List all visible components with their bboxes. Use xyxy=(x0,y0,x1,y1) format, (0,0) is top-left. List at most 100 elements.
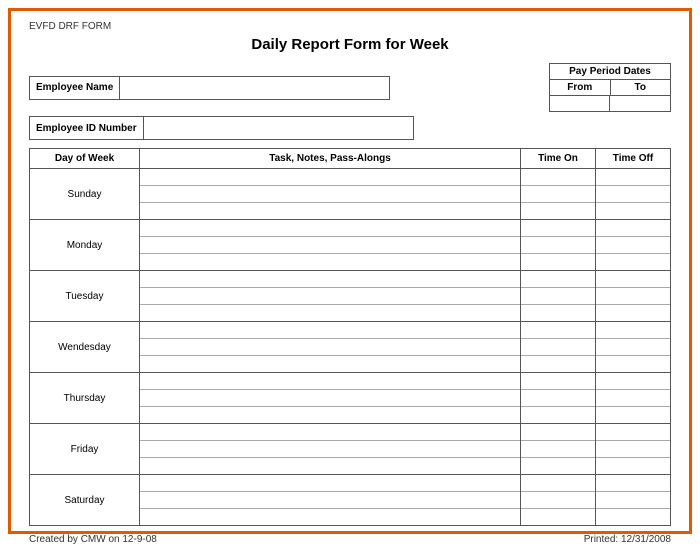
timeon-cell[interactable] xyxy=(521,169,596,220)
employee-id-label: Employee ID Number xyxy=(30,120,143,137)
day-name: Tuesday xyxy=(30,287,139,306)
timeoff-cell[interactable] xyxy=(596,373,671,424)
task-line xyxy=(140,390,520,407)
task-line xyxy=(140,373,520,390)
timeon-line xyxy=(521,288,595,305)
timeon-line xyxy=(521,492,595,509)
task-line xyxy=(140,475,520,492)
to-label: To xyxy=(611,80,671,95)
timeoff-line xyxy=(596,322,670,339)
pay-to-input[interactable] xyxy=(610,95,670,111)
timeon-line xyxy=(521,186,595,203)
timeoff-cell[interactable] xyxy=(596,169,671,220)
day-name: Wendesday xyxy=(30,338,139,357)
task-line xyxy=(140,407,520,423)
employee-name-group: Employee Name xyxy=(29,76,390,100)
day-name: Sunday xyxy=(30,185,139,204)
task-cell[interactable] xyxy=(140,424,521,475)
timeoff-line xyxy=(596,288,670,305)
day-name: Saturday xyxy=(30,491,139,510)
timeoff-line xyxy=(596,492,670,509)
timeon-line xyxy=(521,390,595,407)
timeoff-line xyxy=(596,390,670,407)
timeoff-line xyxy=(596,475,670,492)
footer-printed: Printed: 12/31/2008 xyxy=(584,534,671,545)
timeon-line xyxy=(521,169,595,186)
timeon-line xyxy=(521,424,595,441)
page-title: Daily Report Form for Week xyxy=(29,36,671,53)
task-line xyxy=(140,322,520,339)
timeoff-line xyxy=(596,169,670,186)
timeon-line xyxy=(521,356,595,372)
task-cell[interactable] xyxy=(140,475,521,526)
timeon-cell[interactable] xyxy=(521,220,596,271)
task-line xyxy=(140,441,520,458)
employee-name-label: Employee Name xyxy=(30,79,119,96)
task-line xyxy=(140,186,520,203)
task-line xyxy=(140,237,520,254)
timeon-line xyxy=(521,509,595,525)
day-cell-thursday: Thursday xyxy=(30,373,140,424)
timeoff-line xyxy=(596,220,670,237)
task-cell[interactable] xyxy=(140,322,521,373)
task-line xyxy=(140,220,520,237)
timeon-cell[interactable] xyxy=(521,424,596,475)
day-name: Monday xyxy=(30,236,139,255)
timeoff-cell[interactable] xyxy=(596,271,671,322)
timeoff-cell[interactable] xyxy=(596,220,671,271)
timeon-line xyxy=(521,458,595,474)
timeon-line xyxy=(521,254,595,270)
task-cell[interactable] xyxy=(140,169,521,220)
task-line xyxy=(140,356,520,372)
day-cell-tuesday: Tuesday xyxy=(30,271,140,322)
pay-from-input[interactable] xyxy=(550,95,610,111)
timeon-cell[interactable] xyxy=(521,373,596,424)
timeoff-cell[interactable] xyxy=(596,475,671,526)
timeoff-line xyxy=(596,458,670,474)
col-header-timeoff: Time Off xyxy=(596,149,671,169)
table-row: Tuesday xyxy=(30,271,671,322)
timeon-cell[interactable] xyxy=(521,322,596,373)
timeoff-line xyxy=(596,373,670,390)
day-cell-friday: Friday xyxy=(30,424,140,475)
footer-created: Created by CMW on 12-9-08 xyxy=(29,534,157,545)
task-line xyxy=(140,492,520,509)
timeon-line xyxy=(521,441,595,458)
pay-period-label: Pay Period Dates xyxy=(550,64,670,80)
employee-id-input[interactable] xyxy=(143,117,413,139)
timeoff-line xyxy=(596,254,670,270)
timeoff-line xyxy=(596,305,670,321)
table-row: Thursday xyxy=(30,373,671,424)
task-cell[interactable] xyxy=(140,271,521,322)
timeon-line xyxy=(521,271,595,288)
timeon-line xyxy=(521,339,595,356)
day-name: Friday xyxy=(30,440,139,459)
task-line xyxy=(140,424,520,441)
timeon-cell[interactable] xyxy=(521,475,596,526)
timeon-line xyxy=(521,305,595,321)
col-header-task: Task, Notes, Pass-Alongs xyxy=(140,149,521,169)
task-cell[interactable] xyxy=(140,220,521,271)
timeoff-line xyxy=(596,186,670,203)
timeon-line xyxy=(521,475,595,492)
timeoff-cell[interactable] xyxy=(596,322,671,373)
table-row: Wendesday xyxy=(30,322,671,373)
timeoff-line xyxy=(596,356,670,372)
table-row: Monday xyxy=(30,220,671,271)
timeoff-line xyxy=(596,339,670,356)
employee-name-input[interactable] xyxy=(119,77,389,99)
timeon-line xyxy=(521,237,595,254)
timeon-cell[interactable] xyxy=(521,271,596,322)
day-cell-wendesday: Wendesday xyxy=(30,322,140,373)
task-line xyxy=(140,254,520,270)
task-cell[interactable] xyxy=(140,373,521,424)
table-row: Friday xyxy=(30,424,671,475)
day-cell-sunday: Sunday xyxy=(30,169,140,220)
weekly-table: Day of Week Task, Notes, Pass-Alongs Tim… xyxy=(29,148,671,526)
timeoff-line xyxy=(596,203,670,219)
col-header-day: Day of Week xyxy=(30,149,140,169)
timeoff-cell[interactable] xyxy=(596,424,671,475)
timeon-line xyxy=(521,373,595,390)
day-name: Thursday xyxy=(30,389,139,408)
task-line xyxy=(140,203,520,219)
